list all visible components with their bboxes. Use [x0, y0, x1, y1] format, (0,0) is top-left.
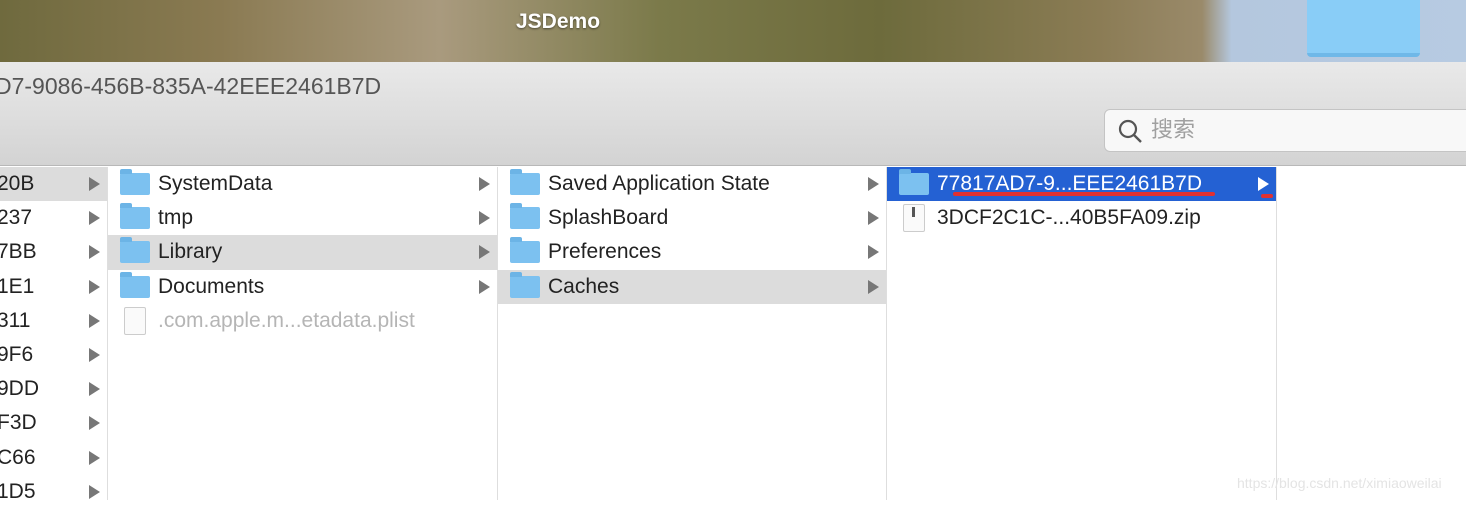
chevron-right-icon	[89, 347, 100, 362]
item-label: .com.apple.m...etadata.plist	[158, 308, 415, 332]
item-label: Preferences	[548, 240, 662, 264]
chevron-right-icon	[479, 245, 490, 260]
item-label: Documents	[158, 274, 265, 298]
folder-icon	[120, 271, 150, 298]
item-label: 237	[0, 206, 33, 230]
column-1: 20B 237 7BB 1E1 311 9F6 9DD F3D C66 1D5	[0, 167, 108, 503]
chevron-right-icon	[868, 279, 879, 294]
folder-icon	[510, 237, 540, 264]
item-label: Library	[158, 240, 223, 264]
item-label: 9DD	[0, 377, 40, 401]
list-item[interactable]: 7BB	[0, 235, 107, 269]
item-label: SplashBoard	[548, 206, 669, 230]
finder-toolbar: D7-9086-456B-835A-42EEE2461B7D	[0, 62, 1466, 166]
chevron-right-icon	[1258, 177, 1269, 191]
list-item[interactable]: Library	[108, 235, 497, 270]
folder-icon	[120, 237, 150, 264]
desktop-folder-icon[interactable]	[1307, 0, 1420, 57]
search-field[interactable]	[1104, 109, 1466, 152]
item-label: F3D	[0, 411, 37, 435]
list-item[interactable]: Documents	[108, 270, 497, 304]
desktop-background: JSDemo	[0, 0, 1466, 62]
annotation-underline	[1261, 194, 1273, 198]
chevron-right-icon	[479, 211, 490, 226]
chevron-right-icon	[89, 177, 100, 191]
list-item[interactable]: SystemData	[108, 167, 497, 201]
chevron-right-icon	[89, 279, 100, 294]
item-label: SystemData	[158, 172, 273, 196]
chevron-right-icon	[868, 245, 879, 260]
chevron-right-icon	[868, 177, 879, 191]
list-item[interactable]: 20B	[0, 167, 107, 202]
chevron-right-icon	[89, 416, 100, 431]
annotation-underline	[953, 192, 1215, 196]
item-label: 9F6	[0, 343, 34, 367]
folder-icon	[510, 169, 540, 196]
list-item[interactable]: 237	[0, 201, 107, 235]
list-item[interactable]: tmp	[108, 201, 497, 235]
plist-file-icon	[124, 306, 146, 335]
column-2: SystemData tmp Library Documents .com.apple.…	[108, 167, 498, 500]
column-5	[1277, 167, 1466, 500]
search-icon	[1118, 119, 1142, 143]
list-item[interactable]: C66	[0, 441, 107, 475]
list-item[interactable]: 1E1	[0, 270, 107, 304]
list-item[interactable]: 77817AD7-9...EEE2461B7D	[887, 167, 1276, 202]
chevron-right-icon	[89, 245, 100, 260]
column-3: Saved Application State SplashBoard Prefer…	[498, 167, 887, 500]
list-item[interactable]: 3DCF2C1C-...40B5FA09.zip	[887, 201, 1276, 235]
list-item[interactable]: Caches	[498, 269, 886, 304]
list-item[interactable]: .com.apple.m...etadata.plist	[108, 304, 497, 338]
chevron-right-icon	[479, 177, 490, 191]
folder-icon	[120, 169, 150, 196]
list-item[interactable]: Saved Application State	[498, 167, 886, 201]
list-item[interactable]: F3D	[0, 406, 107, 440]
chevron-right-icon	[89, 313, 100, 328]
item-label: tmp	[158, 206, 194, 230]
item-label: 1E1	[0, 274, 35, 298]
watermark: https://blog.csdn.net/ximiaoweilai	[1237, 475, 1442, 491]
chevron-right-icon	[868, 211, 879, 226]
list-item[interactable]: 9DD	[0, 372, 107, 406]
item-label: 311	[0, 308, 31, 332]
list-item[interactable]: 1D5	[0, 475, 107, 509]
chevron-right-icon	[89, 450, 100, 465]
item-label: 20B	[0, 172, 35, 196]
chevron-right-icon	[89, 211, 100, 226]
item-label: Caches	[548, 274, 620, 298]
chevron-right-icon	[89, 484, 100, 499]
item-label: C66	[0, 445, 36, 469]
list-item[interactable]: 9F6	[0, 338, 107, 372]
window-title: JSDemo	[516, 10, 601, 33]
list-item[interactable]: Preferences	[498, 235, 886, 269]
folder-icon	[120, 203, 150, 230]
folder-icon	[510, 203, 540, 230]
folder-icon	[510, 271, 540, 298]
item-label: Saved Application State	[548, 172, 770, 196]
path-title: D7-9086-456B-835A-42EEE2461B7D	[0, 73, 382, 99]
chevron-right-icon	[89, 382, 100, 397]
zip-file-icon	[903, 204, 925, 233]
folder-icon	[899, 169, 929, 196]
column-4: 77817AD7-9...EEE2461B7D 3DCF2C1C-...40B5F…	[887, 167, 1277, 500]
search-input[interactable]	[1151, 118, 1451, 143]
chevron-right-icon	[479, 279, 490, 294]
list-item[interactable]: SplashBoard	[498, 201, 886, 235]
item-label: 1D5	[0, 479, 36, 503]
list-item[interactable]: 311	[0, 304, 107, 338]
item-label: 3DCF2C1C-...40B5FA09.zip	[937, 206, 1201, 230]
item-label: 7BB	[0, 240, 37, 264]
